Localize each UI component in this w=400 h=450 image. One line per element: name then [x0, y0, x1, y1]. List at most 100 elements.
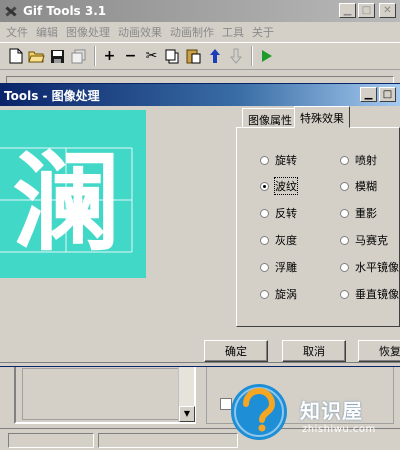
maximize-icon: □ — [361, 4, 372, 16]
new-file-icon — [9, 48, 22, 64]
main-title-bar[interactable]: Gif Tools 3.1 ▁ □ ✕ — [0, 0, 400, 22]
menu-animation-make[interactable]: 动画制作 — [166, 24, 218, 40]
close-icon: ✕ — [383, 4, 392, 16]
preview-character: 澜 — [12, 141, 120, 266]
radio-button[interactable] — [260, 235, 269, 245]
frame-list-panel: ▼ — [14, 364, 196, 424]
maximize-button[interactable]: □ — [358, 3, 375, 18]
dialog-maximize-button[interactable]: □ — [379, 87, 396, 102]
effect-blur[interactable]: 模糊 — [340, 178, 377, 194]
remove-icon: − — [124, 48, 137, 64]
maximize-icon: □ — [382, 88, 393, 100]
minimize-button[interactable]: ▁ — [339, 3, 356, 18]
effect-label: 垂直镜像 — [355, 288, 399, 301]
effect-label: 反转 — [275, 207, 297, 220]
save-button[interactable] — [48, 46, 67, 66]
image-preview: 澜 — [0, 110, 146, 278]
new-file-button[interactable] — [6, 46, 25, 66]
effect-spray[interactable]: 喷射 — [340, 152, 377, 168]
radio-button[interactable] — [340, 289, 349, 299]
main-window-title: Gif Tools 3.1 — [23, 4, 107, 18]
radio-button[interactable] — [260, 262, 269, 272]
watermark-url: zhishiwu.com — [302, 424, 376, 435]
menu-bar: 文件 编辑 图像处理 动画效果 动画制作 工具 关于 — [0, 22, 400, 41]
scroll-down-arrow-icon: ▼ — [183, 409, 191, 418]
effect-invert[interactable]: 反转 — [260, 205, 297, 221]
open-button[interactable] — [27, 46, 46, 66]
radio-button[interactable] — [260, 208, 269, 218]
effect-mosaic[interactable]: 马赛克 — [340, 232, 388, 248]
tools-dialog: Tools - 图像处理 ▁ □ 澜 图像属性 特殊效果 旋转 波纹 反转 灰度… — [0, 84, 400, 366]
cut-button[interactable]: ✂ — [142, 46, 161, 66]
preview-canvas: 澜 — [0, 141, 133, 266]
paste-icon — [186, 49, 201, 64]
play-button[interactable] — [257, 46, 276, 66]
menu-tools[interactable]: 工具 — [218, 24, 248, 40]
radio-button[interactable] — [260, 155, 269, 165]
frame-list[interactable] — [22, 368, 180, 420]
play-icon — [261, 50, 272, 62]
effect-ghost[interactable]: 重影 — [340, 205, 377, 221]
remove-button[interactable]: − — [121, 46, 140, 66]
tab-special-effects[interactable]: 特殊效果 — [294, 106, 350, 128]
effect-label: 水平镜像 — [355, 261, 399, 274]
effect-label: 灰度 — [275, 234, 297, 247]
toolbar-separator — [94, 46, 96, 66]
radio-button-selected[interactable] — [260, 181, 269, 191]
dialog-title-bar[interactable]: Tools - 图像处理 ▁ □ — [0, 84, 400, 106]
radio-button[interactable] — [340, 155, 349, 165]
menu-about[interactable]: 关于 — [248, 24, 278, 40]
dialog-bottom-edge — [0, 362, 400, 366]
ok-button[interactable]: 确定 — [204, 340, 268, 362]
effect-label: 喷射 — [355, 154, 377, 167]
copy-frames-icon — [71, 49, 86, 63]
paste-button[interactable] — [184, 46, 203, 66]
watermark-name: 知识屋 — [300, 399, 363, 423]
toolbar: + − ✂ — [0, 42, 400, 70]
radio-button[interactable] — [260, 289, 269, 299]
effect-ripple[interactable]: 波纹 — [260, 177, 298, 195]
effect-label: 浮雕 — [275, 261, 297, 274]
close-button[interactable]: ✕ — [379, 3, 396, 18]
toolbar-separator — [251, 46, 253, 66]
minimize-icon: ▁ — [364, 88, 373, 100]
open-folder-icon — [28, 51, 45, 63]
add-button[interactable]: + — [100, 46, 119, 66]
effect-label: 马赛克 — [355, 234, 388, 247]
menu-file[interactable]: 文件 — [2, 24, 32, 40]
effect-label: 旋涡 — [275, 288, 297, 301]
radio-button[interactable] — [340, 262, 349, 272]
dialog-minimize-button[interactable]: ▁ — [360, 87, 377, 102]
scroll-down-button[interactable]: ▼ — [179, 406, 195, 422]
effect-swirl[interactable]: 旋涡 — [260, 286, 297, 302]
effect-grayscale[interactable]: 灰度 — [260, 232, 297, 248]
move-up-button[interactable] — [205, 46, 224, 66]
effect-rotate[interactable]: 旋转 — [260, 152, 297, 168]
status-cell — [98, 433, 238, 448]
effect-emboss[interactable]: 浮雕 — [260, 259, 297, 275]
move-up-icon — [209, 49, 220, 63]
menu-edit[interactable]: 编辑 — [32, 24, 62, 40]
vertical-scrollbar[interactable]: ▼ — [178, 366, 195, 422]
effect-flip-vertical[interactable]: 垂直镜像 — [340, 286, 399, 302]
radio-button[interactable] — [340, 208, 349, 218]
move-down-button[interactable] — [226, 46, 245, 66]
effect-label: 旋转 — [275, 154, 297, 167]
minimize-icon: ▁ — [343, 4, 352, 16]
restore-button[interactable]: 恢复 — [358, 340, 400, 362]
effect-label: 重影 — [355, 207, 377, 220]
add-icon: + — [103, 48, 116, 64]
menu-image-processing[interactable]: 图像处理 — [62, 24, 114, 40]
copy-button[interactable] — [163, 46, 182, 66]
radio-button[interactable] — [340, 235, 349, 245]
effect-flip-horizontal[interactable]: 水平镜像 — [340, 259, 399, 275]
radio-button[interactable] — [340, 181, 349, 191]
menu-animation-effects[interactable]: 动画效果 — [114, 24, 166, 40]
copy-frames-button[interactable] — [69, 46, 88, 66]
watermark-logo — [231, 384, 287, 440]
cut-icon: ✂ — [145, 48, 158, 64]
cancel-button[interactable]: 取消 — [282, 340, 346, 362]
move-down-icon — [229, 48, 242, 64]
tab-image-properties[interactable]: 图像属性 — [242, 108, 298, 128]
dialog-title: Tools - 图像处理 — [4, 88, 100, 103]
